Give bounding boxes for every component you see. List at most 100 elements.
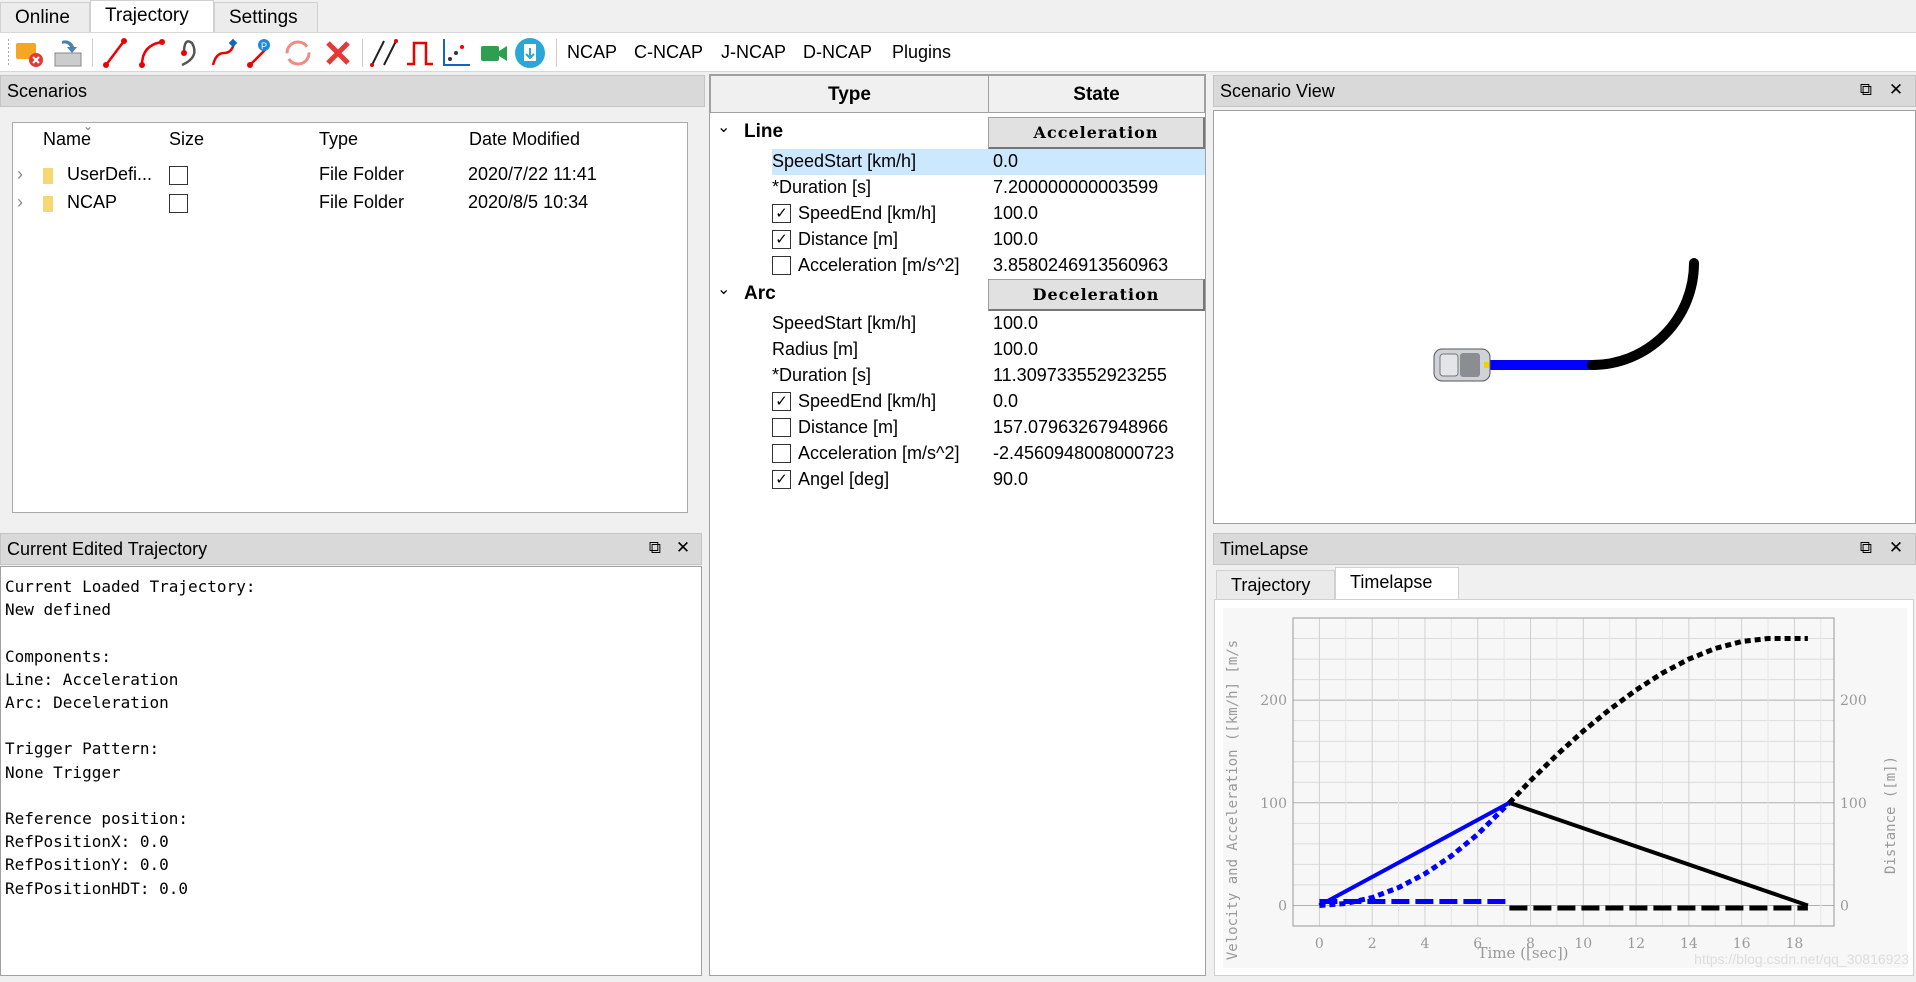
delete-icon[interactable]	[322, 37, 354, 69]
car-icon[interactable]	[1433, 348, 1491, 382]
property-row[interactable]: ✓ Angel [deg] 90.0	[710, 467, 1205, 493]
c-ncap-button[interactable]: C-NCAP	[634, 42, 703, 63]
scatter-plot-icon[interactable]	[440, 37, 472, 69]
trajectory-info-text[interactable]: Current Loaded Trajectory: New defined C…	[0, 566, 702, 976]
property-checkbox[interactable]	[772, 256, 791, 275]
d-ncap-button[interactable]: D-NCAP	[803, 42, 872, 63]
tab-settings[interactable]: Settings	[214, 2, 318, 32]
property-row[interactable]: ✓ SpeedEnd [km/h] 0.0	[710, 389, 1205, 415]
column-header-type[interactable]: Type	[710, 75, 989, 113]
scenarios-header: Scenarios	[0, 75, 705, 107]
property-row[interactable]: ✓ SpeedEnd [km/h] 100.0	[710, 201, 1205, 227]
waypoint-icon[interactable]: P	[244, 37, 276, 69]
current-trajectory-title: Current Edited Trajectory	[7, 539, 208, 559]
scenarios-title: Scenarios	[7, 81, 88, 101]
float-icon[interactable]: ⧉	[645, 538, 665, 558]
property-value[interactable]: 100.0	[993, 229, 1038, 250]
tab-trajectory[interactable]: Trajectory	[90, 0, 214, 33]
line-icon[interactable]	[100, 37, 132, 69]
column-header-name[interactable]: Name	[43, 129, 91, 150]
property-checkbox[interactable]	[772, 418, 791, 437]
property-label: Radius [m]	[772, 339, 859, 359]
chevron-down-icon[interactable]: ⌄	[717, 117, 730, 137]
property-checkbox[interactable]: ✓	[772, 392, 791, 411]
property-label: SpeedStart [km/h]	[772, 313, 917, 333]
y-axis-label: Velocity and Acceleration ([km/h] [m/s	[1225, 640, 1241, 960]
row-date: 2020/7/22 11:41	[468, 164, 597, 184]
column-header-date[interactable]: Date Modified	[469, 129, 580, 150]
property-value[interactable]: -2.4560948008000723	[993, 443, 1174, 464]
x-tick-label: 14	[1680, 936, 1698, 952]
chevron-down-icon[interactable]: ⌄	[717, 279, 730, 299]
property-label: SpeedEnd [km/h]	[798, 391, 937, 411]
scenario-canvas[interactable]	[1213, 110, 1916, 524]
y2-axis-label: Distance ([m])	[1883, 756, 1899, 874]
expand-arrow-icon[interactable]: ›	[17, 164, 23, 185]
property-value[interactable]: 3.8580246913560963	[993, 255, 1168, 276]
float-icon[interactable]: ⧉	[1856, 80, 1876, 100]
property-value[interactable]: 100.0	[993, 203, 1038, 224]
state-button[interactable]: Deceleration	[988, 279, 1205, 311]
group-line[interactable]: ⌄ Line Acceleration	[710, 117, 1205, 149]
property-value[interactable]: 157.07963267948966	[993, 417, 1168, 438]
lane-change-icon[interactable]	[368, 37, 400, 69]
close-icon[interactable]: ✕	[1886, 538, 1906, 558]
group-label: Line	[744, 121, 784, 142]
property-row[interactable]: Acceleration [m/s^2] 3.8580246913560963	[710, 253, 1205, 279]
expand-arrow-icon[interactable]: ›	[17, 192, 23, 213]
property-row[interactable]: *Duration [s] 7.200000000003599	[710, 175, 1205, 201]
property-row[interactable]: *Duration [s] 11.309733552923255	[710, 363, 1205, 389]
property-row[interactable]: Radius [m] 100.0	[710, 337, 1205, 363]
group-arc[interactable]: ⌄ Arc Deceleration	[710, 279, 1205, 311]
tab-trajectory-view[interactable]: Trajectory	[1216, 570, 1335, 600]
property-row[interactable]: Acceleration [m/s^2] -2.4560948008000723	[710, 441, 1205, 467]
property-row[interactable]: ✓ Distance [m] 100.0	[710, 227, 1205, 253]
close-icon[interactable]: ✕	[673, 538, 693, 558]
property-checkbox[interactable]: ✓	[772, 470, 791, 489]
size-checkbox[interactable]	[169, 166, 188, 185]
property-value[interactable]: 0.0	[993, 151, 1018, 172]
toolbar-grip[interactable]	[8, 39, 9, 67]
size-checkbox[interactable]	[169, 194, 188, 213]
y-tick-label: 100	[1260, 796, 1287, 812]
row-type: File Folder	[319, 192, 405, 212]
property-checkbox[interactable]: ✓	[772, 230, 791, 249]
property-value[interactable]: 11.309733552923255	[993, 365, 1167, 386]
arc-icon[interactable]	[136, 37, 168, 69]
tab-timelapse[interactable]: Timelapse	[1335, 567, 1459, 600]
property-tree[interactable]: Type State ⌄ Line Acceleration SpeedStar…	[709, 74, 1206, 976]
arc-segment[interactable]	[1587, 258, 1699, 370]
plugins-button[interactable]: Plugins	[892, 42, 951, 63]
delete-scenario-icon[interactable]	[14, 37, 46, 69]
property-value[interactable]: 0.0	[993, 391, 1018, 412]
float-icon[interactable]: ⧉	[1856, 538, 1876, 558]
property-row[interactable]: SpeedStart [km/h] 100.0	[710, 311, 1205, 337]
tab-online[interactable]: Online	[0, 2, 90, 32]
ncap-button[interactable]: NCAP	[567, 42, 617, 63]
loop-icon[interactable]	[282, 37, 314, 69]
j-ncap-button[interactable]: J-NCAP	[721, 42, 786, 63]
camera-icon[interactable]	[478, 37, 510, 69]
state-button[interactable]: Acceleration	[988, 117, 1205, 149]
column-header-type[interactable]: Type	[319, 129, 358, 150]
clothoid-icon[interactable]	[172, 37, 204, 69]
property-checkbox[interactable]: ✓	[772, 204, 791, 223]
export-icon[interactable]	[514, 37, 546, 69]
table-row[interactable]: › UserDefi... File Folder 2020/7/22 11:4…	[13, 163, 687, 189]
column-header-state[interactable]: State	[988, 75, 1205, 113]
pulse-icon[interactable]	[404, 37, 436, 69]
property-value[interactable]: 7.200000000003599	[993, 177, 1158, 198]
chart-svg: 0 2 4 6 8 10 12 14 16 1801002000100200 Time ([sec…	[1223, 608, 1909, 968]
property-value[interactable]: 90.0	[993, 469, 1028, 490]
s-curve-icon[interactable]	[208, 37, 240, 69]
property-checkbox[interactable]	[772, 444, 791, 463]
table-row[interactable]: › NCAP File Folder 2020/8/5 10:34	[13, 191, 687, 217]
property-value[interactable]: 100.0	[993, 313, 1038, 334]
property-row[interactable]: SpeedStart [km/h] 0.0	[710, 149, 1205, 175]
property-row[interactable]: Distance [m] 157.07963267948966	[710, 415, 1205, 441]
column-header-size[interactable]: Size	[169, 129, 204, 150]
property-value[interactable]: 100.0	[993, 339, 1038, 360]
import-icon[interactable]	[52, 37, 84, 69]
close-icon[interactable]: ✕	[1886, 80, 1906, 100]
scenario-file-tree[interactable]: ⌄ Name Size Type Date Modified › UserDef…	[12, 119, 688, 513]
